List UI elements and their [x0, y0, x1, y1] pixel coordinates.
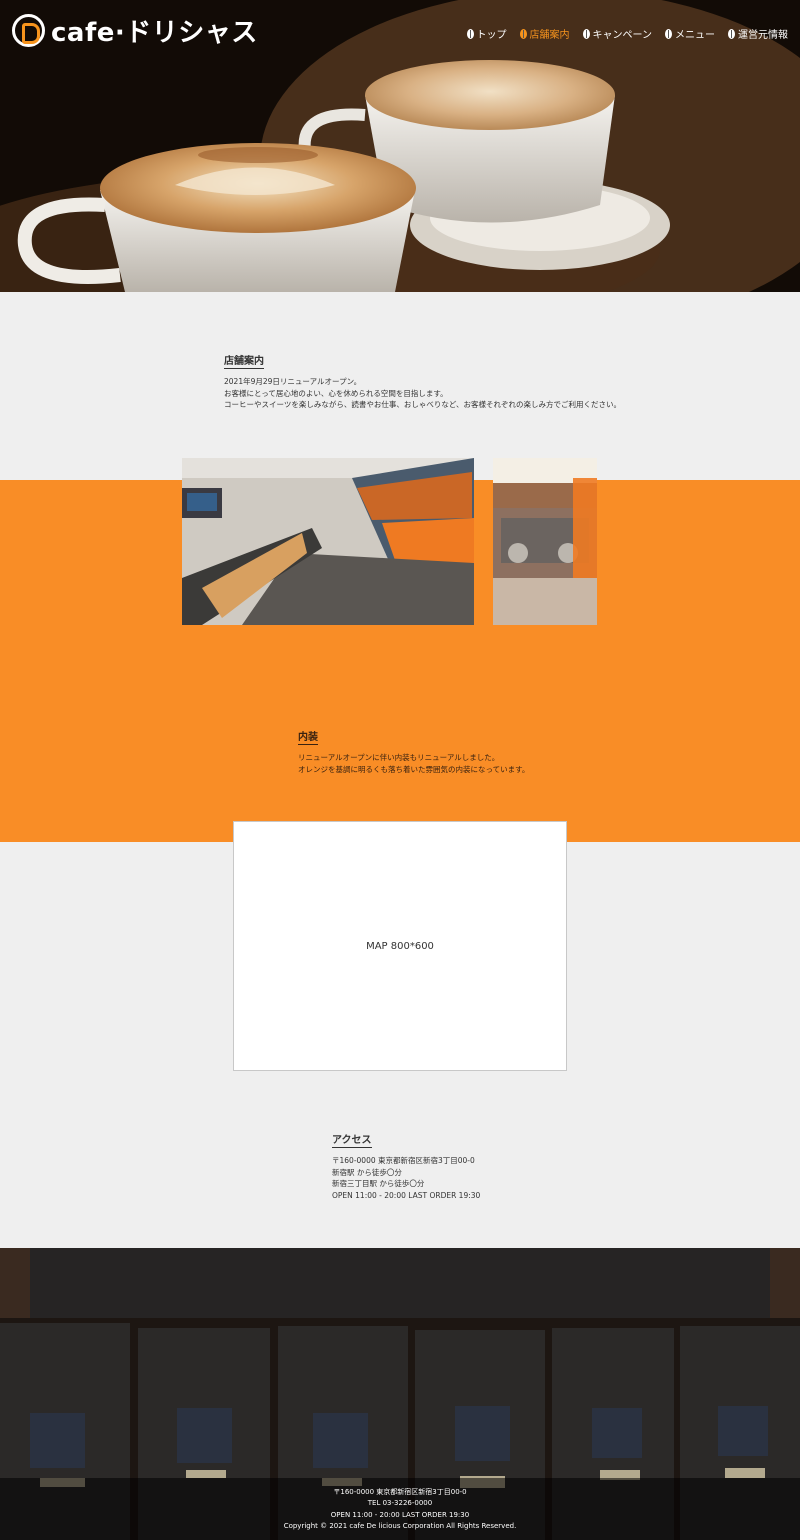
access-address: 〒160-0000 東京都新宿区新宿3丁目00-0 — [332, 1156, 475, 1165]
interior-photo-drawing — [182, 458, 474, 625]
section-title: アクセス — [332, 1131, 372, 1148]
nav-item-label: メニュー — [675, 30, 715, 41]
coffee-bean-icon — [728, 28, 735, 39]
section-text-line: コーヒーやスイーツを楽しみながら、読書やお仕事、おしゃべりなど、お客様それぞれの… — [224, 400, 621, 409]
section-text-line: 2021年9月29日リニューアルオープン。 — [224, 377, 362, 386]
interior-section: 内装 リニューアルオープンに伴い内装もリニューアルしました。 オレンジを基調に明… — [298, 725, 698, 775]
access-section: アクセス 〒160-0000 東京都新宿区新宿3丁目00-0 新宿駅 から徒歩〇… — [332, 1128, 632, 1201]
global-nav: トップ 店舗案内 キャンペーン メニュー 運営元情報 — [466, 26, 788, 41]
footer-copyright: Copyright © 2021 cafe De licious Corpora… — [283, 1522, 517, 1530]
espresso-machine-drawing — [493, 458, 597, 625]
store-info-section: 店舗案内 2021年9月29日リニューアルオープン。 お客様にとって居心地のよい… — [224, 349, 644, 411]
coffee-bean-icon — [466, 28, 474, 39]
nav-item-label: トップ — [476, 30, 507, 41]
map-placeholder[interactable]: MAP 800*600 — [233, 821, 567, 1071]
footer-info: 〒160-0000 東京都新宿区新宿3丁目00-0 TEL 03-3226-00… — [0, 1478, 800, 1540]
coffee-bean-icon — [582, 28, 590, 39]
footer-hours: OPEN 11:00 - 20:00 LAST ORDER 19:30 — [330, 1510, 470, 1519]
logo-mark-icon — [12, 14, 45, 47]
section-title: 店舗案内 — [224, 352, 264, 369]
coffee-bean-icon — [519, 28, 527, 39]
footer-address: 〒160-0000 東京都新宿区新宿3丁目00-0 — [333, 1487, 467, 1496]
nav-item-top[interactable]: トップ — [466, 26, 507, 41]
site-footer: 〒160-0000 東京都新宿区新宿3丁目00-0 TEL 03-3226-00… — [0, 1248, 800, 1540]
logo-text: cafe·ドリシャス — [51, 18, 258, 48]
hero-header: cafe·ドリシャス トップ 店舗案内 キャンペーン メニュー 運営元情報 — [0, 0, 800, 292]
access-hours: OPEN 11:00 - 20:00 LAST ORDER 19:30 — [332, 1190, 481, 1200]
nav-item-label: 店舗案内 — [529, 30, 570, 41]
access-station: 新宿駅 から徒歩〇分 — [332, 1167, 402, 1177]
coffee-bean-icon — [665, 28, 672, 39]
footer-tel: TEL 03-3226-0000 — [367, 1499, 433, 1507]
section-text-line: オレンジを基調に明るくも落ち着いた雰囲気の内装になっています。 — [298, 764, 530, 774]
nav-item-campaign[interactable]: キャンペーン — [582, 26, 653, 41]
section-text-line: お客様にとって居心地のよい、心を休められる空間を目指します。 — [224, 388, 448, 398]
section-text-line: リニューアルオープンに伴い内装もリニューアルしました。 — [298, 753, 500, 762]
nav-item-menu[interactable]: メニュー — [665, 26, 715, 41]
map-label: MAP 800*600 — [366, 940, 434, 952]
nav-item-store-info[interactable]: 店舗案内 — [519, 26, 570, 41]
nav-item-label: 運営元情報 — [738, 30, 788, 41]
interior-photo — [182, 458, 474, 625]
site-logo[interactable]: cafe·ドリシャス — [12, 12, 258, 49]
nav-item-label: キャンペーン — [592, 30, 653, 41]
espresso-machine-photo — [493, 458, 597, 625]
nav-item-company[interactable]: 運営元情報 — [728, 26, 788, 41]
access-station: 新宿三丁目駅 から徒歩〇分 — [332, 1179, 425, 1188]
section-title: 内装 — [298, 728, 318, 745]
